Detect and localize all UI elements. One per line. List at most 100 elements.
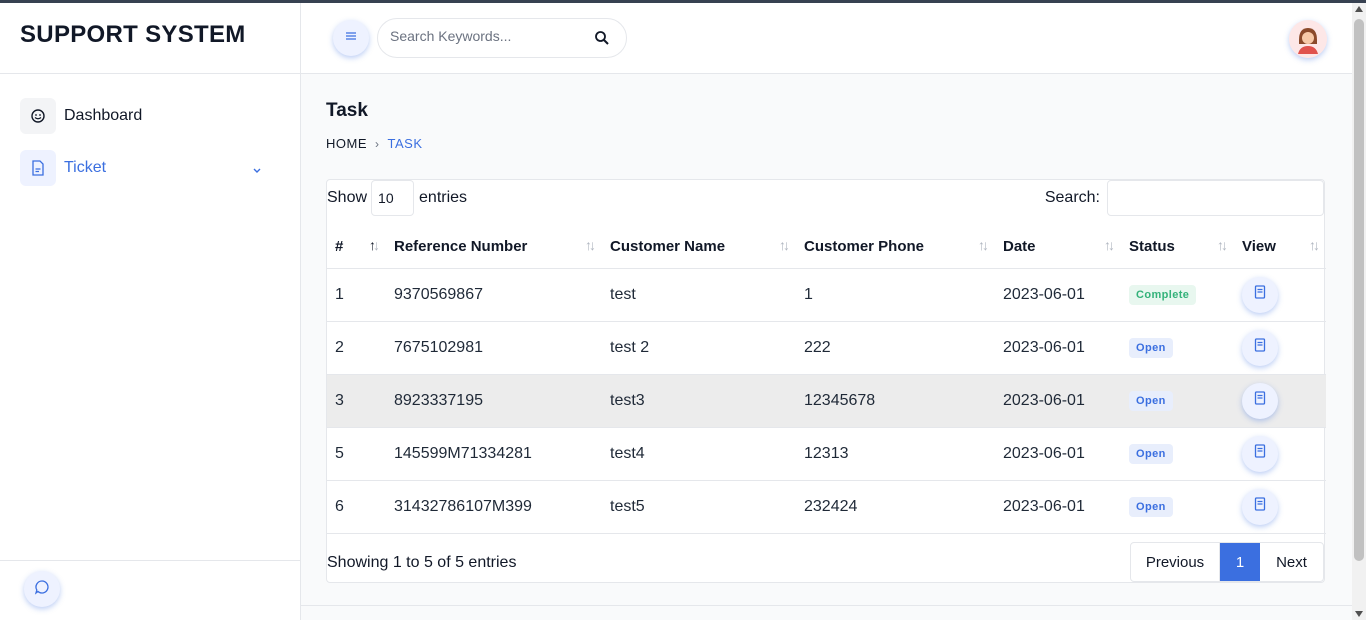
sidebar: SUPPORT SYSTEM Dashboard Ticket — [0, 3, 301, 620]
sidebar-footer — [0, 560, 300, 620]
table-row: 1 9370569867 test 1 2023-06-01 Complete — [327, 268, 1326, 322]
view-button[interactable] — [1242, 382, 1278, 419]
sort-icon: ↑↓ — [978, 237, 989, 253]
column-header-customer-phone[interactable]: Customer Phone ↑↓ — [796, 226, 995, 269]
sort-icon: ↑↓ — [1217, 237, 1228, 253]
cell-customer-name: test 2 — [602, 321, 796, 375]
user-avatar-icon — [1289, 20, 1327, 58]
entries-select[interactable]: 10 — [371, 180, 415, 216]
cell-status: Complete — [1121, 268, 1234, 322]
view-button[interactable] — [1242, 329, 1278, 366]
column-header-view[interactable]: View ↑↓ — [1234, 226, 1326, 269]
table-row: 6 31432786107M399 test5 232424 2023-06-0… — [327, 480, 1326, 534]
view-button[interactable] — [1242, 276, 1278, 313]
column-header-date[interactable]: Date ↑↓ — [995, 226, 1121, 269]
sort-icon: ↑↓ — [1104, 237, 1115, 253]
page-1-button[interactable]: 1 — [1220, 543, 1260, 581]
scroll-up-icon[interactable] — [1355, 6, 1363, 12]
cell-reference: 8923337195 — [386, 374, 602, 428]
page-title: Task — [326, 100, 368, 121]
brand-title: SUPPORT SYSTEM — [0, 3, 300, 74]
status-badge: Open — [1129, 337, 1173, 358]
sidebar-item-label: Ticket — [64, 159, 107, 176]
cell-date: 2023-06-01 — [995, 427, 1121, 481]
breadcrumb: HOME › TASK — [326, 136, 423, 151]
dashboard-icon — [20, 98, 56, 134]
column-header-status[interactable]: Status ↑↓ — [1121, 226, 1234, 269]
length-label-show: Show — [327, 189, 368, 206]
column-header-label: # — [335, 238, 344, 256]
cell-date: 2023-06-01 — [995, 268, 1121, 322]
breadcrumb-home[interactable]: HOME — [326, 136, 367, 151]
column-header-customer-name[interactable]: Customer Name ↑↓ — [602, 226, 796, 269]
scroll-down-icon[interactable] — [1355, 611, 1363, 617]
cell-view — [1234, 321, 1326, 375]
chevron-down-icon[interactable] — [252, 162, 262, 180]
column-header-label: Customer Phone — [804, 238, 925, 256]
file-icon — [20, 150, 56, 186]
chat-bubble-icon — [34, 579, 50, 600]
sidebar-item-ticket[interactable]: Ticket — [20, 150, 280, 186]
view-button[interactable] — [1242, 435, 1278, 472]
view-button[interactable] — [1242, 488, 1278, 525]
previous-page-button[interactable]: Previous — [1131, 543, 1220, 581]
cell-number: 6 — [327, 480, 386, 534]
cell-status: Open — [1121, 321, 1234, 375]
cell-customer-name: test4 — [602, 427, 796, 481]
sidebar-item-label: Dashboard — [64, 107, 143, 124]
header-search — [377, 18, 627, 58]
table-header-row: # ↑↓ Reference Number ↑↓ Customer Name ↑↓ C… — [327, 226, 1326, 269]
cell-view — [1234, 480, 1326, 534]
search-label: Search: — [1044, 189, 1100, 206]
cell-customer-name: test3 — [602, 374, 796, 428]
table-row: 3 8923337195 test3 12345678 2023-06-01 O… — [327, 374, 1326, 428]
search-icon[interactable] — [594, 30, 610, 51]
table-info: Showing 1 to 5 of 5 entries — [327, 554, 517, 571]
length-label-entries: entries — [419, 189, 468, 206]
table-row: 2 7675102981 test 2 222 2023-06-01 Open — [327, 321, 1326, 375]
column-header-reference[interactable]: Reference Number ↑↓ — [386, 226, 602, 269]
main-content: Task HOME › TASK Show 10 entries Search:… — [301, 74, 1352, 620]
column-header-number[interactable]: # ↑↓ — [327, 226, 386, 269]
document-icon — [1254, 497, 1266, 516]
cell-status: Open — [1121, 480, 1234, 534]
avatar[interactable] — [1289, 20, 1327, 58]
sidebar-nav: Dashboard Ticket — [0, 74, 300, 226]
status-badge: Open — [1129, 496, 1173, 517]
cell-customer-phone: 12313 — [796, 427, 995, 481]
menu-toggle-button[interactable] — [333, 20, 369, 56]
page-scrollbar[interactable] — [1352, 3, 1366, 620]
status-badge: Open — [1129, 443, 1173, 464]
document-icon — [1254, 285, 1266, 304]
cell-customer-phone: 12345678 — [796, 374, 995, 428]
cell-number: 2 — [327, 321, 386, 375]
column-header-label: Status — [1129, 238, 1175, 256]
cell-date: 2023-06-01 — [995, 480, 1121, 534]
entries-length-control: Show 10 entries — [327, 180, 467, 216]
sidebar-item-dashboard[interactable]: Dashboard — [20, 98, 280, 134]
next-page-button[interactable]: Next — [1260, 543, 1323, 581]
table-search-input[interactable] — [1107, 180, 1324, 216]
breadcrumb-current: TASK — [387, 136, 423, 151]
cell-date: 2023-06-01 — [995, 374, 1121, 428]
column-header-label: View — [1242, 238, 1276, 256]
search-input[interactable] — [390, 28, 590, 44]
cell-reference: 145599M71334281 — [386, 427, 602, 481]
cell-reference: 7675102981 — [386, 321, 602, 375]
column-header-label: Customer Name — [610, 238, 726, 256]
chat-button[interactable] — [24, 571, 60, 607]
column-header-label: Reference Number — [394, 238, 528, 256]
document-icon — [1254, 391, 1266, 410]
column-header-label: Date — [1003, 238, 1036, 256]
cell-reference: 31432786107M399 — [386, 480, 602, 534]
cell-customer-name: test5 — [602, 480, 796, 534]
cell-date: 2023-06-01 — [995, 321, 1121, 375]
cell-number: 5 — [327, 427, 386, 481]
cell-reference: 9370569867 — [386, 268, 602, 322]
cell-status: Open — [1121, 427, 1234, 481]
cell-customer-name: test — [602, 268, 796, 322]
table-row: 5 145599M71334281 test4 12313 2023-06-01… — [327, 427, 1326, 481]
document-icon — [1254, 444, 1266, 463]
scrollbar-thumb[interactable] — [1354, 19, 1364, 561]
pagination: Previous 1 Next — [1130, 542, 1324, 582]
